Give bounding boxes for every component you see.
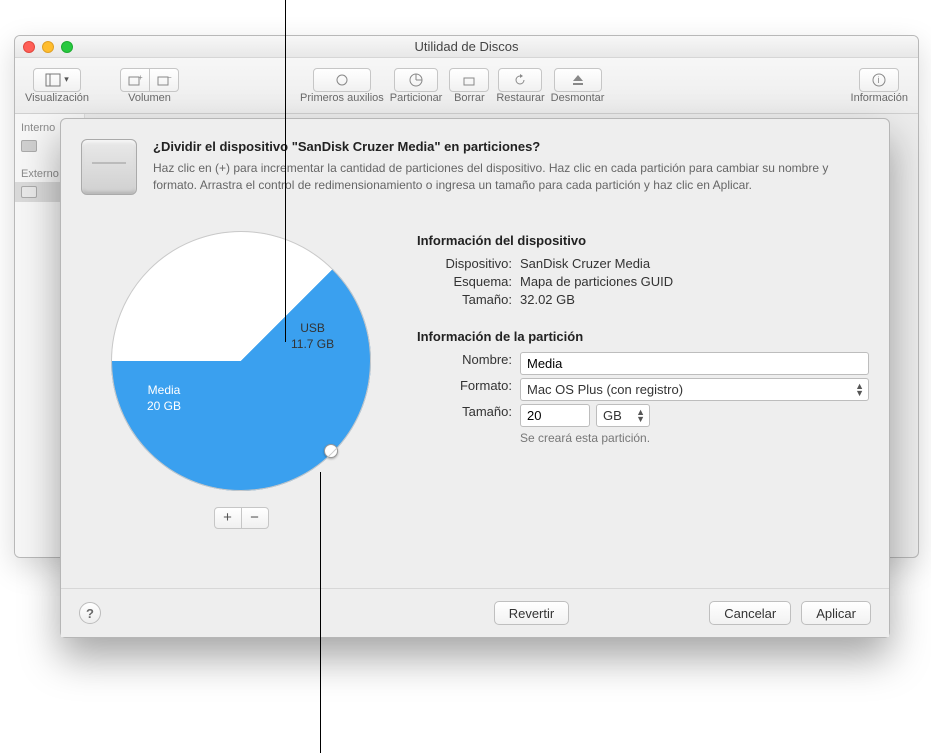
- name-label: Nombre:: [417, 352, 512, 375]
- help-button[interactable]: ?: [79, 602, 101, 624]
- callout-line: [320, 472, 321, 753]
- eject-icon: [570, 72, 586, 88]
- revert-button[interactable]: Revertir: [494, 601, 570, 625]
- format-value: Mac OS Plus (con registro): [527, 382, 683, 397]
- harddrive-icon: [81, 139, 137, 195]
- volume-remove-icon: −: [156, 72, 172, 88]
- firstaid-button[interactable]: [313, 68, 371, 92]
- cancel-button[interactable]: Cancelar: [709, 601, 791, 625]
- partition-size-input[interactable]: [520, 404, 590, 427]
- restore-icon: [512, 72, 528, 88]
- toolbar-unmount-label: Desmontar: [551, 92, 605, 104]
- toolbar-view-label: Visualización: [25, 92, 89, 104]
- sidebar-icon: [45, 72, 61, 88]
- chevron-updown-icon: ▲▼: [855, 383, 864, 397]
- slice-size: 20 GB: [147, 399, 181, 415]
- partition-button[interactable]: [394, 68, 438, 92]
- partition-info-header: Información de la partición: [417, 329, 869, 344]
- svg-text:i: i: [878, 75, 880, 85]
- device-info-header: Información del dispositivo: [417, 233, 869, 248]
- size-unit-value: GB: [603, 408, 622, 423]
- disk-icon: [21, 140, 37, 152]
- scheme-value: Mapa de particiones GUID: [520, 274, 869, 289]
- device-label: Dispositivo:: [417, 256, 512, 271]
- slice-label-media[interactable]: Media 20 GB: [147, 383, 181, 414]
- total-size-value: 32.02 GB: [520, 292, 869, 307]
- toolbar-volume: + − Volumen: [119, 68, 180, 104]
- svg-text:−: −: [167, 73, 172, 82]
- toolbar-erase-label: Borrar: [454, 92, 485, 104]
- scheme-label: Esquema:: [417, 274, 512, 289]
- pie-icon: [408, 72, 424, 88]
- close-icon[interactable]: [23, 41, 35, 53]
- add-partition-button[interactable]: +: [214, 507, 242, 529]
- window-title: Utilidad de Discos: [414, 39, 518, 54]
- view-button[interactable]: ▾: [33, 68, 81, 92]
- callout-line: [285, 0, 286, 342]
- sheet-description: Haz clic en (+) para incrementar la cant…: [153, 160, 853, 195]
- info-icon: i: [871, 72, 887, 88]
- toolbar-volume-label: Volumen: [128, 92, 171, 104]
- total-size-label: Tamaño:: [417, 292, 512, 307]
- toolbar-firstaid-label: Primeros auxilios: [300, 92, 384, 104]
- resize-handle[interactable]: [324, 444, 338, 458]
- titlebar[interactable]: Utilidad de Discos: [15, 36, 918, 58]
- slice-name: USB: [291, 321, 334, 337]
- disk-icon: [21, 186, 37, 198]
- toolbar-partition-label: Particionar: [390, 92, 443, 104]
- toolbar-info-label: Información: [851, 92, 908, 104]
- apply-button[interactable]: Aplicar: [801, 601, 871, 625]
- toolbar-view: ▾ Visualización: [25, 68, 89, 104]
- svg-text:+: +: [138, 73, 143, 82]
- size-label: Tamaño:: [417, 404, 512, 427]
- stethoscope-icon: [334, 72, 350, 88]
- sheet-title: ¿Dividir el dispositivo "SanDisk Cruzer …: [153, 139, 853, 154]
- toolbar-restore-label: Restaurar: [496, 92, 544, 104]
- partition-sheet: ¿Dividir el dispositivo "SanDisk Cruzer …: [60, 118, 890, 638]
- volume-remove-button[interactable]: −: [149, 68, 179, 92]
- volume-add-icon: +: [127, 72, 143, 88]
- volume-add-button[interactable]: +: [120, 68, 150, 92]
- slice-name: Media: [147, 383, 181, 399]
- info-button[interactable]: i: [859, 68, 899, 92]
- size-unit-select[interactable]: GB ▲▼: [596, 404, 650, 427]
- remove-partition-button[interactable]: −: [241, 507, 269, 529]
- partition-pie[interactable]: USB 11.7 GB Media 20 GB: [111, 231, 371, 491]
- erase-icon: [461, 72, 477, 88]
- slice-label-usb[interactable]: USB 11.7 GB: [291, 321, 334, 352]
- partition-hint: Se creará esta partición.: [520, 431, 869, 445]
- partition-name-input[interactable]: [520, 352, 869, 375]
- slice-size: 11.7 GB: [291, 337, 334, 353]
- restore-button[interactable]: [498, 68, 542, 92]
- fullscreen-icon[interactable]: [61, 41, 73, 53]
- format-label: Formato:: [417, 378, 512, 401]
- format-select[interactable]: Mac OS Plus (con registro) ▲▼: [520, 378, 869, 401]
- toolbar: ▾ Visualización + − Volumen Primeros aux…: [15, 58, 918, 114]
- chevron-updown-icon: ▲▼: [636, 409, 645, 423]
- minimize-icon[interactable]: [42, 41, 54, 53]
- erase-button[interactable]: [449, 68, 489, 92]
- unmount-button[interactable]: [554, 68, 602, 92]
- device-value: SanDisk Cruzer Media: [520, 256, 869, 271]
